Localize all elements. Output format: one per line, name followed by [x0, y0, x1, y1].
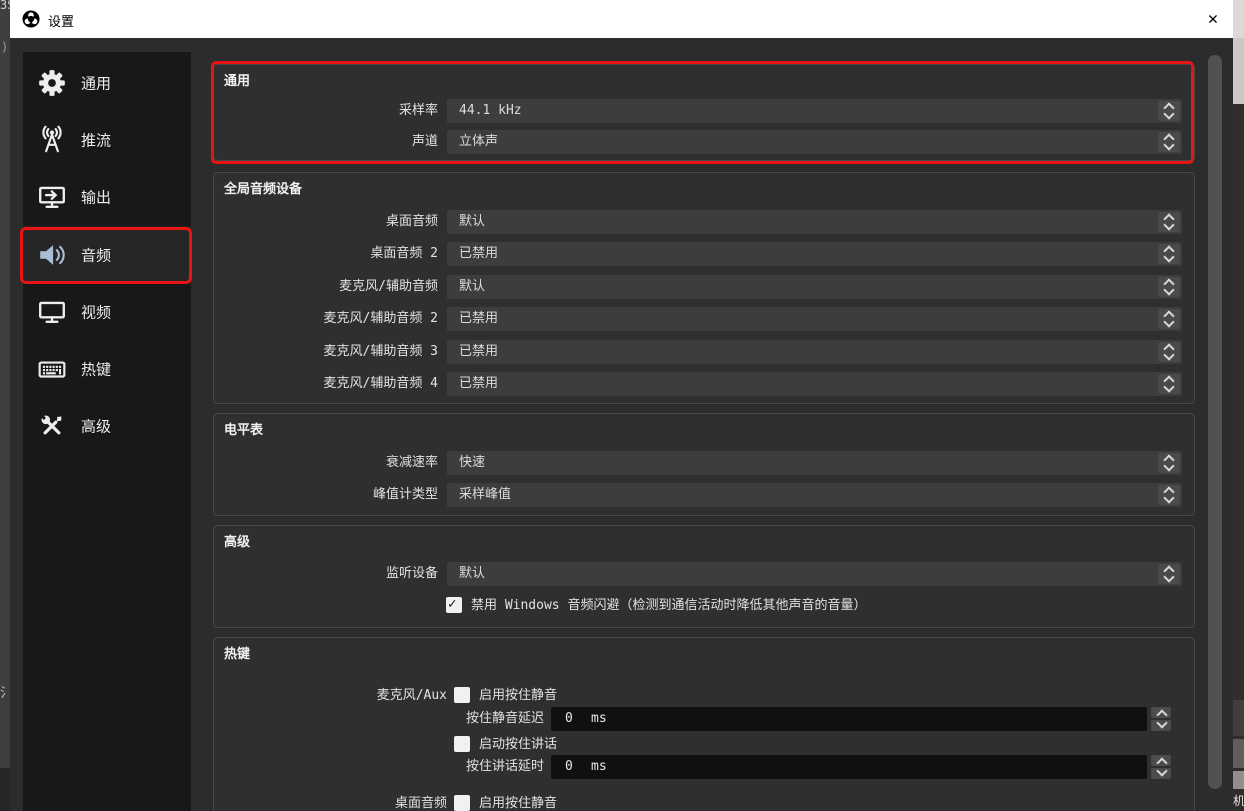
desktop-push-to-mute-checkbox[interactable]: [454, 795, 470, 811]
row-mic-aux: 麦克风/辅助音频 默认: [214, 275, 1194, 299]
row-decay-rate: 衰减速率 快速: [214, 451, 1194, 475]
background-text: 氵: [0, 686, 10, 701]
mic-aux-select[interactable]: 默认: [447, 275, 1182, 299]
combo-arrows-icon[interactable]: [1158, 244, 1180, 264]
combo-arrows-icon[interactable]: [1158, 309, 1180, 329]
background-window-right: 机: [1233, 0, 1244, 811]
gear-icon: [37, 68, 67, 98]
channels-select[interactable]: 立体声: [447, 130, 1182, 154]
section-advanced: 高级 监听设备 默认 禁用 Windows 音频闪避（检测到通信活动时降低其他声…: [213, 525, 1195, 628]
section-title: 高级: [224, 535, 251, 550]
antenna-icon: [37, 125, 67, 155]
sidebar-item-general[interactable]: 通用: [23, 54, 191, 111]
push-to-mute-delay-input[interactable]: 0 ms: [551, 707, 1147, 731]
push-to-mute-delay-stepper: [1151, 707, 1171, 731]
row-sample-rate: 采样率 44.1 kHz: [214, 99, 1194, 123]
decay-rate-select[interactable]: 快速: [447, 451, 1182, 475]
row-desktop-audio: 桌面音频 默认: [214, 210, 1194, 234]
section-title: 全局音频设备: [224, 182, 303, 197]
combo-arrows-icon[interactable]: [1158, 132, 1180, 152]
sidebar-item-hotkeys[interactable]: 热键: [23, 340, 191, 397]
row-mic-aux-4: 麦克风/辅助音频 4 已禁用: [214, 372, 1194, 396]
desktop-audio-2-select[interactable]: 已禁用: [447, 242, 1182, 266]
close-button[interactable]: ✕: [1199, 5, 1227, 33]
peak-meter-type-select[interactable]: 采样峰值: [447, 483, 1182, 507]
sidebar-item-video[interactable]: 视频: [23, 283, 191, 340]
sidebar-item-label: 推流: [81, 131, 112, 149]
sidebar-item-label: 热键: [81, 360, 112, 378]
section-title: 热键: [224, 647, 251, 662]
channels-label: 声道: [411, 134, 438, 149]
combo-arrows-icon[interactable]: [1158, 374, 1180, 394]
background-text: 机: [1233, 794, 1244, 808]
push-to-mute-checkbox[interactable]: [454, 687, 470, 703]
combo-arrows-icon[interactable]: [1158, 342, 1180, 362]
row-mic-aux-2: 麦克风/辅助音频 2 已禁用: [214, 307, 1194, 331]
section-meters: 电平表 衰减速率 快速 峰值计类型 采样峰值: [213, 413, 1195, 516]
obs-logo-icon: [22, 10, 40, 28]
desktop-audio-select[interactable]: 默认: [447, 210, 1182, 234]
mic-aux-3-select[interactable]: 已禁用: [447, 340, 1182, 364]
row-push-to-mute-delay: 按住静音延迟 0 ms: [214, 707, 1194, 731]
row-push-to-talk: 启动按住讲话: [214, 735, 1194, 753]
keyboard-icon: [37, 354, 67, 384]
combo-arrows-icon[interactable]: [1158, 453, 1180, 473]
section-hotkeys: 热键 麦克风/Aux 启用按住静音 按住静音延迟 0 ms 启动按住讲话 按住讲…: [213, 637, 1195, 811]
monitor-icon: [37, 297, 67, 327]
background-text: 3S: [0, 0, 10, 12]
output-icon: [37, 182, 67, 212]
screen: 3S ) 氵 设置 ✕: [0, 0, 1244, 811]
row-desktop-push-to-mute: 启用按住静音: [214, 794, 1194, 811]
sidebar-item-label: 音频: [81, 246, 112, 264]
section-title: 通用: [224, 74, 251, 89]
sidebar-item-audio[interactable]: 音频: [23, 226, 191, 283]
row-channels: 声道 立体声: [214, 130, 1194, 154]
row-monitoring-device: 监听设备 默认: [214, 562, 1194, 586]
sidebar-item-label: 输出: [81, 188, 112, 206]
sample-rate-select[interactable]: 44.1 kHz: [447, 99, 1182, 123]
title-bar: 设置 ✕: [10, 0, 1233, 38]
mic-aux-2-select[interactable]: 已禁用: [447, 307, 1182, 331]
sidebar-item-label: 通用: [81, 74, 112, 92]
row-push-to-mute: 启用按住静音: [214, 686, 1194, 704]
tools-icon: [37, 411, 67, 441]
background-text: ): [1, 40, 9, 54]
audio-ducking-checkbox[interactable]: [446, 596, 462, 613]
stepper-down-icon[interactable]: [1151, 717, 1171, 731]
background-block: [0, 768, 10, 811]
audio-ducking-label: 禁用 Windows 音频闪避（检测到通信活动时降低其他声音的音量）: [471, 598, 867, 613]
combo-arrows-icon[interactable]: [1158, 101, 1180, 121]
sidebar-item-label: 高级: [81, 417, 112, 435]
sidebar-item-output[interactable]: 输出: [23, 168, 191, 225]
stepper-down-icon[interactable]: [1151, 765, 1171, 779]
row-push-to-talk-delay: 按住讲话延时 0 ms: [214, 755, 1194, 779]
sidebar-item-stream[interactable]: 推流: [23, 111, 191, 168]
section-title: 电平表: [224, 423, 264, 438]
row-desktop-audio-2: 桌面音频 2 已禁用: [214, 242, 1194, 266]
section-general: 通用 采样率 44.1 kHz 声道 立体声: [213, 64, 1195, 161]
background-window-left: 3S ) 氵: [0, 0, 10, 811]
mic-aux-4-select[interactable]: 已禁用: [447, 372, 1182, 396]
combo-arrows-icon[interactable]: [1158, 564, 1180, 584]
sample-rate-label: 采样率: [398, 103, 438, 118]
settings-dialog: 设置 ✕ 通用 推流 输出 音频 视频 热键 高级 通用 采样率 44.1 kH…: [10, 0, 1233, 811]
push-to-talk-delay-stepper: [1151, 755, 1171, 779]
combo-arrows-icon[interactable]: [1158, 485, 1180, 505]
push-to-talk-delay-input[interactable]: 0 ms: [551, 755, 1147, 779]
combo-arrows-icon[interactable]: [1158, 212, 1180, 232]
section-global-audio-devices: 全局音频设备 桌面音频 默认 桌面音频 2 已禁用 麦克风/辅助音频 默认 麦克…: [213, 172, 1195, 404]
window-title: 设置: [48, 15, 75, 30]
sidebar-item-advanced[interactable]: 高级: [23, 397, 191, 454]
row-mic-aux-3: 麦克风/辅助音频 3 已禁用: [214, 340, 1194, 364]
monitoring-device-select[interactable]: 默认: [447, 562, 1182, 586]
settings-sidebar: 通用 推流 输出 音频 视频 热键 高级: [23, 52, 191, 811]
vertical-scrollbar-thumb[interactable]: [1208, 55, 1222, 789]
row-audio-ducking: 禁用 Windows 音频闪避（检测到通信活动时降低其他声音的音量）: [214, 596, 1194, 614]
speaker-icon: [37, 240, 67, 270]
push-to-talk-checkbox[interactable]: [454, 736, 470, 752]
sidebar-item-label: 视频: [81, 303, 112, 321]
combo-arrows-icon[interactable]: [1158, 277, 1180, 297]
row-peak-meter-type: 峰值计类型 采样峰值: [214, 483, 1194, 507]
